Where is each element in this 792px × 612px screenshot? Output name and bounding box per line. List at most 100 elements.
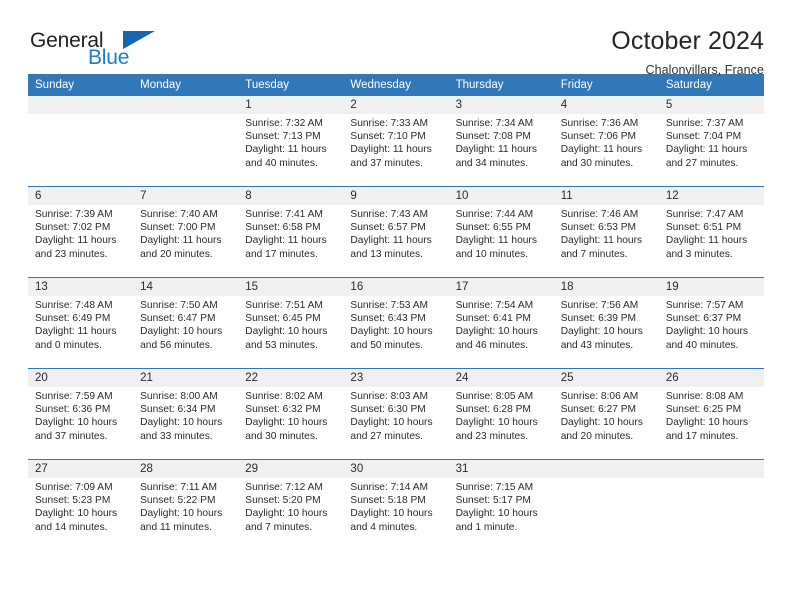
title-block: October 2024 Chalonvillars, France xyxy=(611,26,764,77)
daylight-text: Daylight: 10 hours and 56 minutes. xyxy=(140,326,223,351)
day-cell: 26 Sunrise: 8:08 AM Sunset: 6:25 PM Dayligh… xyxy=(658,369,764,459)
calendar-cell-day[interactable]: 7 Sunrise: 7:40 AM Sunset: 7:00 PM Daylight… xyxy=(133,186,239,278)
day-number: 31 xyxy=(448,460,554,478)
sunset-text: Sunset: 6:28 PM xyxy=(455,404,531,416)
sunrise-text: Sunrise: 7:41 AM xyxy=(245,209,323,220)
calendar-cell-empty xyxy=(553,459,659,550)
calendar-cell-day[interactable]: 1 Sunrise: 7:32 AM Sunset: 7:13 PM Daylight… xyxy=(238,96,344,187)
sunset-text: Sunset: 5:20 PM xyxy=(245,495,321,507)
daylight-text: Daylight: 11 hours and 34 minutes. xyxy=(455,144,537,169)
day-number: 6 xyxy=(28,187,134,205)
day-cell xyxy=(133,96,239,186)
sunrise-text: Sunrise: 7:34 AM xyxy=(455,118,534,129)
page-title: October 2024 xyxy=(611,27,764,55)
calendar-cell-day[interactable]: 14 Sunrise: 7:50 AM Sunset: 6:47 PM Dayligh… xyxy=(133,277,239,369)
day-details: Sunrise: 7:11 AM Sunset: 5:22 PM Daylight:… xyxy=(133,478,239,550)
day-cell: 11 Sunrise: 7:46 AM Sunset: 6:53 PM Dayligh… xyxy=(553,187,659,277)
calendar-cell-day[interactable]: 27 Sunrise: 7:09 AM Sunset: 5:23 PM Dayligh… xyxy=(28,459,134,550)
day-details: Sunrise: 7:09 AM Sunset: 5:23 PM Daylight:… xyxy=(28,478,134,550)
sunrise-text: Sunrise: 7:56 AM xyxy=(560,300,639,311)
sunrise-text: Sunrise: 7:33 AM xyxy=(350,118,429,129)
day-details: Sunrise: 7:56 AM Sunset: 6:39 PM Daylight:… xyxy=(553,296,659,368)
calendar-cell-day[interactable]: 26 Sunrise: 8:08 AM Sunset: 6:25 PM Dayligh… xyxy=(658,368,764,460)
day-cell: 4 Sunrise: 7:36 AM Sunset: 7:06 PM Daylight… xyxy=(553,96,659,186)
daylight-text: Daylight: 10 hours and 14 minutes. xyxy=(35,508,118,533)
day-cell: 3 Sunrise: 7:34 AM Sunset: 7:08 PM Daylight… xyxy=(448,96,554,186)
daylight-text: Daylight: 10 hours and 37 minutes. xyxy=(35,417,118,442)
sunset-text: Sunset: 6:57 PM xyxy=(350,222,426,234)
calendar-cell-day[interactable]: 18 Sunrise: 7:56 AM Sunset: 6:39 PM Dayligh… xyxy=(553,277,659,369)
calendar-cell-day[interactable]: 20 Sunrise: 7:59 AM Sunset: 6:36 PM Dayligh… xyxy=(28,368,134,460)
day-number: 29 xyxy=(238,460,344,478)
day-cell: 14 Sunrise: 7:50 AM Sunset: 6:47 PM Dayligh… xyxy=(133,278,239,368)
day-details: Sunrise: 8:08 AM Sunset: 6:25 PM Daylight:… xyxy=(658,387,764,459)
sunset-text: Sunset: 6:36 PM xyxy=(35,404,111,416)
day-cell xyxy=(658,460,764,550)
calendar-cell-day[interactable]: 23 Sunrise: 8:03 AM Sunset: 6:30 PM Dayligh… xyxy=(343,368,449,460)
calendar-cell-day[interactable]: 2 Sunrise: 7:33 AM Sunset: 7:10 PM Daylight… xyxy=(343,96,449,187)
calendar-cell-day[interactable]: 25 Sunrise: 8:06 AM Sunset: 6:27 PM Dayligh… xyxy=(553,368,659,460)
calendar-cell-day[interactable]: 24 Sunrise: 8:05 AM Sunset: 6:28 PM Dayligh… xyxy=(448,368,554,460)
calendar-cell-day[interactable]: 29 Sunrise: 7:12 AM Sunset: 5:20 PM Dayligh… xyxy=(238,459,344,550)
sunrise-text: Sunrise: 7:11 AM xyxy=(140,482,217,493)
calendar-cell-day[interactable]: 15 Sunrise: 7:51 AM Sunset: 6:45 PM Dayligh… xyxy=(238,277,344,369)
daylight-text: Daylight: 10 hours and 11 minutes. xyxy=(140,508,223,533)
sunrise-text: Sunrise: 7:37 AM xyxy=(665,118,744,129)
day-details: Sunrise: 7:46 AM Sunset: 6:53 PM Daylight:… xyxy=(553,205,659,277)
sunset-text: Sunset: 7:06 PM xyxy=(560,131,637,143)
weekday-header-monday: Monday xyxy=(133,74,239,96)
sunset-text: Sunset: 6:45 PM xyxy=(245,313,321,325)
sunrise-text: Sunrise: 8:08 AM xyxy=(665,391,744,402)
day-details: Sunrise: 7:34 AM Sunset: 7:08 PM Daylight:… xyxy=(448,114,554,186)
daylight-text: Daylight: 10 hours and 46 minutes. xyxy=(455,326,538,351)
day-cell xyxy=(28,96,134,186)
day-details: Sunrise: 7:39 AM Sunset: 7:02 PM Daylight:… xyxy=(28,205,134,277)
day-cell xyxy=(553,460,659,550)
day-number: 11 xyxy=(553,187,659,205)
day-details xyxy=(28,114,134,186)
generalblue-logo[interactable]: General Blue xyxy=(28,26,158,74)
day-cell: 25 Sunrise: 8:06 AM Sunset: 6:27 PM Dayligh… xyxy=(553,369,659,459)
day-details: Sunrise: 8:02 AM Sunset: 6:32 PM Daylight:… xyxy=(238,387,344,459)
daylight-text: Daylight: 11 hours and 7 minutes. xyxy=(560,235,643,260)
calendar-cell-day[interactable]: 4 Sunrise: 7:36 AM Sunset: 7:06 PM Daylight… xyxy=(553,96,659,187)
calendar-cell-day[interactable]: 5 Sunrise: 7:37 AM Sunset: 7:04 PM Daylight… xyxy=(658,96,764,187)
day-number xyxy=(658,460,764,478)
day-cell: 20 Sunrise: 7:59 AM Sunset: 6:36 PM Dayligh… xyxy=(28,369,134,459)
calendar-cell-day[interactable]: 13 Sunrise: 7:48 AM Sunset: 6:49 PM Dayligh… xyxy=(28,277,134,369)
calendar-cell-day[interactable]: 11 Sunrise: 7:46 AM Sunset: 6:53 PM Dayligh… xyxy=(553,186,659,278)
calendar-cell-day[interactable]: 30 Sunrise: 7:14 AM Sunset: 5:18 PM Dayligh… xyxy=(343,459,449,550)
day-cell: 24 Sunrise: 8:05 AM Sunset: 6:28 PM Dayligh… xyxy=(448,369,554,459)
weekday-header-tuesday: Tuesday xyxy=(238,74,344,96)
sunset-text: Sunset: 6:27 PM xyxy=(560,404,637,416)
day-details xyxy=(133,114,239,186)
calendar-cell-day[interactable]: 31 Sunrise: 7:15 AM Sunset: 5:17 PM Dayligh… xyxy=(448,459,554,550)
calendar-cell-day[interactable]: 22 Sunrise: 8:02 AM Sunset: 6:32 PM Dayligh… xyxy=(238,368,344,460)
weekday-header-wednesday: Wednesday xyxy=(343,74,449,96)
calendar-cell-day[interactable]: 6 Sunrise: 7:39 AM Sunset: 7:02 PM Daylight… xyxy=(28,186,134,278)
day-cell: 17 Sunrise: 7:54 AM Sunset: 6:41 PM Dayligh… xyxy=(448,278,554,368)
calendar-cell-day[interactable]: 12 Sunrise: 7:47 AM Sunset: 6:51 PM Dayligh… xyxy=(658,186,764,278)
calendar-cell-day[interactable]: 10 Sunrise: 7:44 AM Sunset: 6:55 PM Dayligh… xyxy=(448,186,554,278)
sunset-text: Sunset: 6:51 PM xyxy=(665,222,742,234)
calendar-cell-day[interactable]: 21 Sunrise: 8:00 AM Sunset: 6:34 PM Dayligh… xyxy=(133,368,239,460)
calendar-cell-day[interactable]: 9 Sunrise: 7:43 AM Sunset: 6:57 PM Daylight… xyxy=(343,186,449,278)
calendar-cell-day[interactable]: 17 Sunrise: 7:54 AM Sunset: 6:41 PM Dayligh… xyxy=(448,277,554,369)
day-cell: 18 Sunrise: 7:56 AM Sunset: 6:39 PM Dayligh… xyxy=(553,278,659,368)
day-details: Sunrise: 7:33 AM Sunset: 7:10 PM Daylight:… xyxy=(343,114,449,186)
daylight-text: Daylight: 10 hours and 27 minutes. xyxy=(350,417,433,442)
day-number: 15 xyxy=(238,278,344,296)
calendar-cell-day[interactable]: 8 Sunrise: 7:41 AM Sunset: 6:58 PM Daylight… xyxy=(238,186,344,278)
day-cell: 22 Sunrise: 8:02 AM Sunset: 6:32 PM Dayligh… xyxy=(238,369,344,459)
day-number: 30 xyxy=(343,460,449,478)
day-details: Sunrise: 7:41 AM Sunset: 6:58 PM Daylight:… xyxy=(238,205,344,277)
calendar-cell-day[interactable]: 19 Sunrise: 7:57 AM Sunset: 6:37 PM Dayligh… xyxy=(658,277,764,369)
sunset-text: Sunset: 6:39 PM xyxy=(560,313,637,325)
calendar-cell-day[interactable]: 3 Sunrise: 7:34 AM Sunset: 7:08 PM Daylight… xyxy=(448,96,554,187)
calendar-page: General Blue October 2024 Chalonvillars,… xyxy=(0,0,792,612)
sunset-text: Sunset: 7:10 PM xyxy=(350,131,426,143)
calendar-cell-day[interactable]: 28 Sunrise: 7:11 AM Sunset: 5:22 PM Dayligh… xyxy=(133,459,239,550)
calendar-cell-day[interactable]: 16 Sunrise: 7:53 AM Sunset: 6:43 PM Dayligh… xyxy=(343,277,449,369)
weekday-header-saturday: Saturday xyxy=(658,74,764,96)
sunset-text: Sunset: 6:30 PM xyxy=(350,404,426,416)
